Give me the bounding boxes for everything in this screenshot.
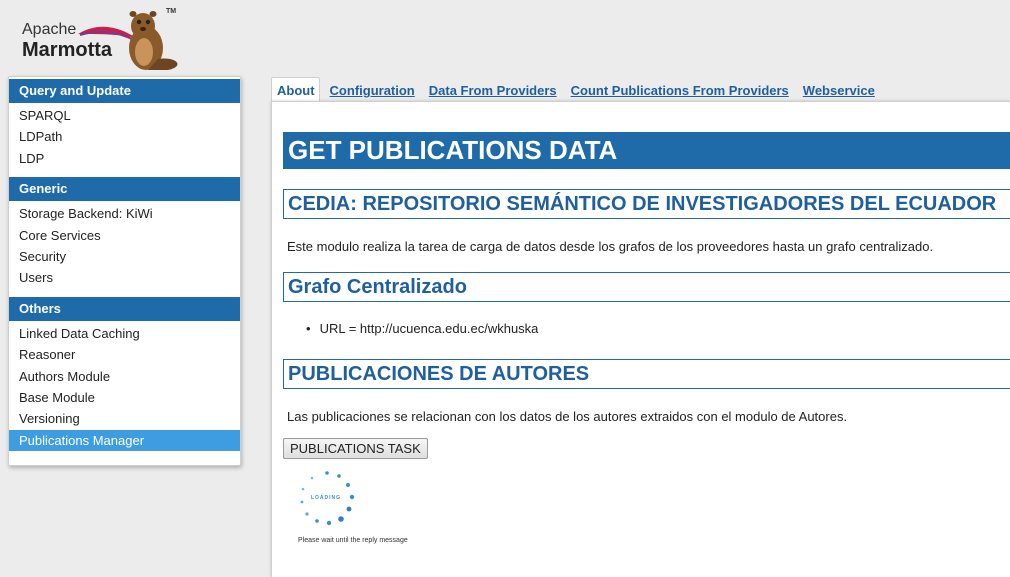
sidebar-item-security[interactable]: Security	[9, 246, 240, 267]
sidebar-item-publications-manager[interactable]: Publications Manager	[9, 429, 240, 452]
sidebar-section-others: Others Linked Data Caching Reasoner Auth…	[9, 296, 240, 452]
url-list-item: URL = http://ucuenca.edu.ec/wkhuska	[307, 321, 1010, 336]
sidebar-item-users[interactable]: Users	[9, 267, 240, 288]
sidebar-header-others: Others	[9, 296, 240, 321]
sidebar-item-versioning[interactable]: Versioning	[9, 408, 240, 429]
sidebar-item-base-module[interactable]: Base Module	[9, 387, 240, 408]
cedia-heading: CEDIA: REPOSITORIO SEMÁNTICO DE INVESTIG…	[283, 189, 1010, 219]
tab-webservice[interactable]: Webservice	[803, 83, 875, 102]
tab-configuration[interactable]: Configuration	[330, 83, 415, 102]
publications-task-button[interactable]: PUBLICATIONS TASK	[283, 438, 428, 459]
tab-count-publications-from-providers[interactable]: Count Publications From Providers	[571, 83, 789, 102]
grafo-list: URL = http://ucuenca.edu.ec/wkhuska	[283, 321, 1010, 336]
page-title: GET PUBLICATIONS DATA	[283, 132, 1010, 169]
sidebar-item-linked-data-caching[interactable]: Linked Data Caching	[9, 323, 240, 344]
sidebar-header-generic: Generic	[9, 177, 240, 202]
sidebar-section-generic: Generic Storage Backend: KiWi Core Servi…	[9, 177, 240, 289]
sidebar: Query and Update SPARQL LDPath LDP Gener…	[8, 76, 241, 466]
apache-marmotta-logo: Apache Marmotta TM	[18, 4, 198, 72]
sidebar-item-core-services[interactable]: Core Services	[9, 225, 240, 246]
grafo-centralizado-heading: Grafo Centralizado	[283, 272, 1010, 302]
logo-apache-text: Apache	[22, 21, 77, 38]
sidebar-header-query-and-update: Query and Update	[9, 79, 240, 103]
sidebar-item-sparql[interactable]: SPARQL	[9, 105, 240, 126]
module-description: Este modulo realiza la tarea de carga de…	[287, 239, 934, 254]
logo-marmotta-text: Marmotta	[22, 39, 113, 61]
main-content: GET PUBLICATIONS DATA CEDIA: REPOSITORIO…	[271, 101, 1010, 577]
sidebar-item-authors-module[interactable]: Authors Module	[9, 366, 240, 387]
sidebar-section-query-and-update: Query and Update SPARQL LDPath LDP	[9, 79, 240, 169]
loading-message: Please wait until the reply message	[298, 537, 408, 544]
sidebar-item-ldpath[interactable]: LDPath	[9, 126, 240, 147]
trademark-mark: TM	[166, 8, 177, 15]
tab-about[interactable]: About	[271, 77, 320, 102]
publicaciones-heading: PUBLICACIONES DE AUTORES	[283, 359, 1010, 389]
loading-indicator: LOADING Please wait until the reply mess…	[283, 469, 413, 549]
tab-bar: About Configuration Data From Providers …	[271, 76, 889, 102]
sidebar-item-reasoner[interactable]: Reasoner	[9, 344, 240, 365]
sidebar-item-storage-backend[interactable]: Storage Backend: KiWi	[9, 203, 240, 224]
tab-data-from-providers[interactable]: Data From Providers	[429, 83, 557, 102]
url-text: URL = http://ucuenca.edu.ec/wkhuska	[319, 321, 539, 336]
sidebar-item-ldp[interactable]: LDP	[9, 148, 240, 169]
publications-description: Las publicaciones se relacionan con los …	[287, 409, 848, 424]
loading-label: LOADING	[310, 495, 342, 501]
